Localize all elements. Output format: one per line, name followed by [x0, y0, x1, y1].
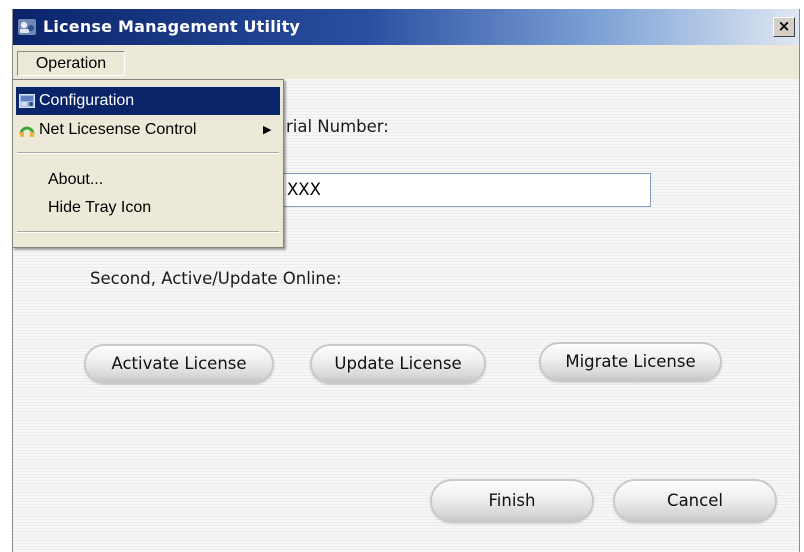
operation-dropdown-menu: Configuration Net Licesense Control ▶ Ab…: [12, 79, 284, 248]
menu-item-net-license-control[interactable]: Net Licesense Control ▶: [16, 116, 280, 144]
menu-separator: [17, 231, 279, 233]
menu-item-hide-tray-icon-label: Hide Tray Icon: [48, 199, 152, 216]
configuration-icon: [19, 94, 35, 108]
menu-item-about-label: About...: [48, 171, 104, 188]
net-license-icon: [19, 126, 35, 137]
second-step-label: Second, Active/Update Online:: [90, 269, 342, 288]
menu-item-about[interactable]: About...: [16, 166, 280, 194]
title-bar[interactable]: License Management Utility ×: [13, 9, 799, 45]
menu-item-net-license-control-label: Net Licesense Control: [39, 121, 197, 138]
serial-number-value: XXX: [287, 180, 321, 199]
cancel-button[interactable]: Cancel: [613, 479, 777, 523]
menu-item-hide-tray-icon[interactable]: Hide Tray Icon: [16, 194, 280, 222]
window-title: License Management Utility: [43, 17, 301, 36]
menu-item-configuration-label: Configuration: [39, 92, 135, 109]
menu-operation[interactable]: Operation: [17, 51, 125, 76]
activate-license-button[interactable]: Activate License: [84, 344, 274, 384]
menu-separator: [17, 152, 279, 154]
app-icon: [18, 19, 36, 35]
submenu-arrow-icon: ▶: [263, 124, 272, 136]
close-icon: ×: [777, 17, 791, 35]
update-license-button[interactable]: Update License: [310, 344, 486, 384]
close-button[interactable]: ×: [773, 17, 795, 37]
menu-bar: Operation: [13, 45, 799, 79]
migrate-license-button[interactable]: Migrate License: [539, 342, 722, 382]
serial-number-label: rial Number:: [286, 117, 389, 136]
menu-item-configuration[interactable]: Configuration: [16, 87, 280, 115]
finish-button[interactable]: Finish: [430, 479, 594, 523]
